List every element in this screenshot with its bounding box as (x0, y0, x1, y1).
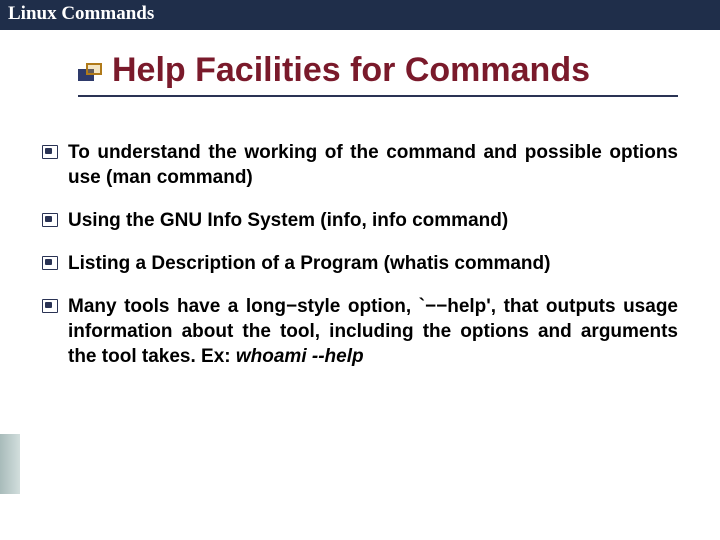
bullet-item: Many tools have a long−style option, `−−… (42, 294, 678, 369)
decoration-left-stub (0, 434, 20, 494)
header-bar: Linux Commands (0, 0, 720, 30)
slide-title: Help Facilities for Commands (112, 52, 590, 89)
bullet-icon (42, 299, 58, 313)
bullet-text: Many tools have a long−style option, `−−… (68, 294, 678, 369)
bullet-item: Listing a Description of a Program (what… (42, 251, 678, 276)
bullet-item: Using the GNU Info System (info, info co… (42, 208, 678, 233)
content-area: To understand the working of the command… (42, 140, 678, 388)
title-block: Help Facilities for Commands (78, 52, 678, 97)
header-title: Linux Commands (8, 3, 154, 24)
title-row: Help Facilities for Commands (78, 52, 678, 89)
bullet-text: Using the GNU Info System (info, info co… (68, 208, 508, 233)
overlapping-squares-icon (78, 63, 104, 83)
title-underline (78, 95, 678, 97)
bullet-example: whoami --help (236, 346, 364, 367)
bullet-item: To understand the working of the command… (42, 140, 678, 190)
bullet-icon (42, 256, 58, 270)
bullet-text: To understand the working of the command… (68, 140, 678, 190)
bullet-text: Listing a Description of a Program (what… (68, 251, 550, 276)
bullet-icon (42, 145, 58, 159)
bullet-text-main: Many tools have a long−style option, `−−… (68, 296, 678, 367)
bullet-icon (42, 213, 58, 227)
